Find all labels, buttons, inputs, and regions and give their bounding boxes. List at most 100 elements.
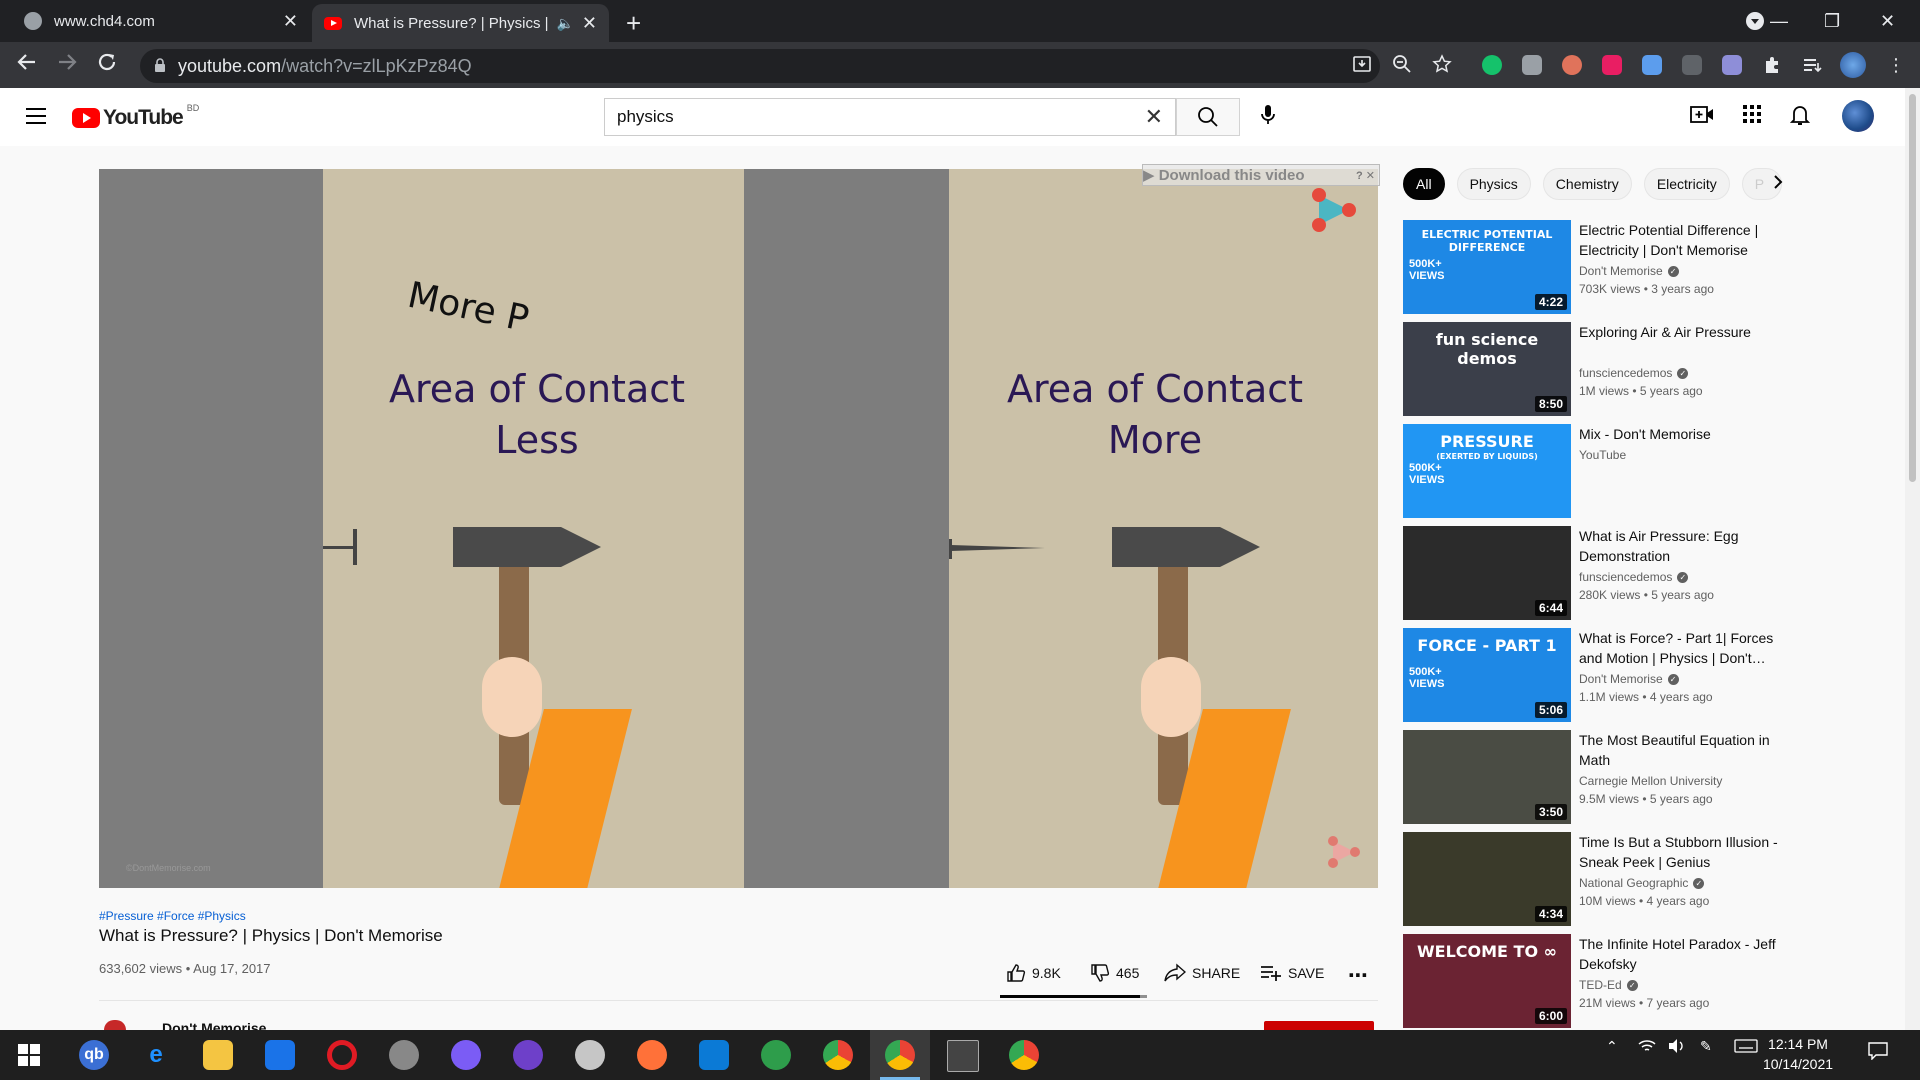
extension-icon[interactable] (1562, 55, 1582, 75)
tab-search-icon[interactable] (1745, 0, 1765, 42)
recommendation-channel[interactable]: funsciencedemos ✓ (1579, 366, 1689, 380)
video-thumbnail[interactable]: fun science demos 8:50 (1403, 322, 1571, 416)
hamburger-menu-icon[interactable] (26, 108, 46, 129)
recommendation-item[interactable]: WELCOME TO ∞ 6:00 The Infinite Hotel Parad… (1403, 934, 1893, 1030)
profile-avatar[interactable] (1840, 52, 1866, 78)
video-player[interactable]: More P Area of Contact Less Area of Cont… (99, 169, 1378, 888)
chrome-active-icon[interactable] (885, 1040, 915, 1070)
download-video-banner[interactable]: ▶ Download this video ? ✕ (1142, 164, 1380, 186)
close-window-button[interactable]: ✕ (1880, 0, 1895, 42)
video-thumbnail[interactable]: ELECTRIC POTENTIAL DIFFERENCE 500K+ VIEWS… (1403, 220, 1571, 314)
reload-icon[interactable] (96, 51, 118, 79)
recommendation-channel[interactable]: Don't Memorise ✓ (1579, 672, 1679, 686)
search-button[interactable] (1176, 98, 1240, 136)
qbittorrent-icon[interactable]: qb (79, 1040, 109, 1070)
recommendation-title[interactable]: Mix - Don't Memorise (1579, 424, 1789, 444)
install-icon[interactable] (1352, 54, 1372, 79)
recommendation-channel[interactable]: YouTube (1579, 448, 1626, 462)
github-icon[interactable] (513, 1040, 543, 1070)
pen-extension-icon[interactable] (1722, 55, 1742, 75)
more-actions-button[interactable]: ⋯ (1348, 963, 1368, 988)
windows-start-icon[interactable] (14, 1040, 44, 1070)
notifications-bell-icon[interactable] (1789, 104, 1811, 132)
chevron-right-icon[interactable] (1772, 174, 1784, 195)
apps-grid-icon[interactable] (1742, 104, 1762, 130)
recommendation-title[interactable]: Electric Potential Difference | Electric… (1579, 220, 1789, 260)
back-arrow-icon[interactable] (16, 51, 38, 79)
grammarly-extension-icon[interactable] (1482, 55, 1502, 75)
share-button[interactable]: SHARE (1164, 963, 1240, 983)
camera-extension-icon[interactable] (1522, 55, 1542, 75)
video-thumbnail[interactable]: PRESSURE (EXERTED BY LIQUIDS) 500K+ VIEWS (1403, 424, 1571, 518)
tab-youtube[interactable]: What is Pressure? | Physics | Don't Memo… (312, 4, 609, 42)
volume-icon[interactable] (1668, 1038, 1686, 1057)
new-tab-button[interactable]: + (626, 8, 641, 39)
page-scrollbar[interactable] (1905, 88, 1920, 1030)
recommendation-item[interactable]: PRESSURE (EXERTED BY LIQUIDS) 500K+ VIEWS M… (1403, 424, 1893, 520)
chip-chemistry[interactable]: Chemistry (1542, 168, 1632, 200)
bookmark-star-icon[interactable] (1432, 54, 1452, 79)
video-thumbnail[interactable]: 4:34 (1403, 832, 1571, 926)
recommendation-item[interactable]: ELECTRIC POTENTIAL DIFFERENCE 500K+ VIEWS… (1403, 220, 1893, 316)
recommendation-item[interactable]: 4:34 Time Is But a Stubborn Illusion - Sn… (1403, 832, 1893, 928)
like-button[interactable]: 9.8K (1006, 963, 1061, 983)
terminal-icon[interactable] (947, 1040, 979, 1072)
recommendation-item[interactable]: 3:50 The Most Beautiful Equation in Math C… (1403, 730, 1893, 826)
recommendation-title[interactable]: Exploring Air & Air Pressure (1579, 322, 1789, 342)
url-bar[interactable]: youtube.com/watch?v=zlLpKzPz84Q (140, 49, 1380, 83)
recommendation-title[interactable]: The Most Beautiful Equation in Math (1579, 730, 1789, 770)
recommendation-item[interactable]: 6:44 What is Air Pressure: Egg Demonstrat… (1403, 526, 1893, 622)
tab-close-icon[interactable]: ✕ (283, 11, 298, 32)
recommendation-title[interactable]: What is Force? - Part 1| Forces and Moti… (1579, 628, 1789, 668)
chip-all[interactable]: All (1403, 168, 1445, 200)
save-button[interactable]: SAVE (1260, 963, 1324, 983)
video-thumbnail[interactable]: WELCOME TO ∞ 6:00 (1403, 934, 1571, 1028)
google-earth-icon[interactable] (761, 1040, 791, 1070)
wifi-icon[interactable] (1638, 1038, 1656, 1057)
channel-avatar[interactable] (104, 1020, 126, 1030)
video-thumbnail[interactable]: 3:50 (1403, 730, 1571, 824)
search-input[interactable] (605, 106, 1145, 128)
pen-icon[interactable]: ✎ (1700, 1038, 1712, 1055)
minimize-button[interactable]: — (1770, 0, 1788, 42)
vscode-icon[interactable] (699, 1040, 729, 1070)
satellite-icon[interactable] (389, 1040, 419, 1070)
forward-arrow-icon[interactable] (56, 51, 78, 79)
messenger-icon[interactable] (451, 1040, 481, 1070)
chip-physics[interactable]: Physics (1456, 168, 1531, 200)
recommendation-title[interactable]: What is Air Pressure: Egg Demonstration (1579, 526, 1789, 566)
download-banner-close[interactable]: ? ✕ (1356, 169, 1375, 182)
video-thumbnail[interactable]: 6:44 (1403, 526, 1571, 620)
restore-button[interactable]: ❐ (1824, 0, 1840, 42)
flag-extension-icon[interactable] (1602, 55, 1622, 75)
recommendation-channel[interactable]: TED-Ed ✓ (1579, 978, 1638, 992)
mail-icon[interactable] (265, 1040, 295, 1070)
speaker-icon[interactable]: 🔈 (556, 15, 573, 32)
chrome-icon[interactable] (823, 1040, 853, 1070)
search-box[interactable]: ✕ (604, 98, 1176, 136)
tab-close-icon[interactable]: ✕ (582, 13, 597, 34)
recommendation-channel[interactable]: National Geographic ✓ (1579, 876, 1705, 890)
taskbar-clock[interactable]: 12:14 PM 10/14/2021 (1758, 1034, 1838, 1074)
firefox-icon[interactable] (637, 1040, 667, 1070)
keyboard-icon[interactable] (1734, 1038, 1758, 1057)
reading-list-icon[interactable] (1802, 55, 1822, 75)
recommendation-channel[interactable]: Carnegie Mellon University (1579, 774, 1722, 788)
recommendation-item[interactable]: fun science demos 8:50 Exploring Air & Air… (1403, 322, 1893, 418)
puzzle-icon[interactable] (1762, 55, 1782, 75)
chrome-menu-icon[interactable]: ⋮ (1886, 55, 1906, 75)
file-explorer-icon[interactable] (203, 1040, 233, 1070)
clear-search-icon[interactable]: ✕ (1145, 104, 1163, 130)
recommendation-channel[interactable]: Don't Memorise ✓ (1579, 264, 1679, 278)
account-avatar[interactable] (1842, 100, 1874, 132)
screen-extension-icon[interactable] (1682, 55, 1702, 75)
tray-expand-icon[interactable]: ⌃ (1606, 1038, 1618, 1055)
recommendation-title[interactable]: The Infinite Hotel Paradox - Jeff Dekofs… (1579, 934, 1789, 974)
youtube-logo[interactable]: YouTube BD (72, 103, 199, 130)
video-thumbnail[interactable]: FORCE - PART 1 500K+ VIEWS 5:06 (1403, 628, 1571, 722)
chrome-profile-icon[interactable] (1009, 1040, 1039, 1070)
edge-icon[interactable]: e (141, 1040, 171, 1070)
channel-watermark-icon[interactable] (1327, 835, 1361, 869)
notification-center-icon[interactable] (1868, 1042, 1888, 1063)
chip-electricity[interactable]: Electricity (1643, 168, 1730, 200)
